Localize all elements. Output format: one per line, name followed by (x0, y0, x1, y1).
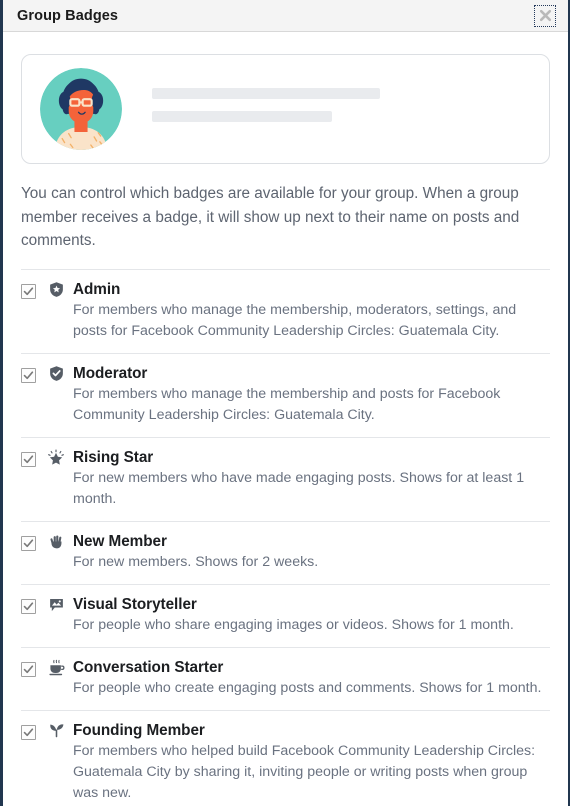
badge-title: New Member (73, 532, 167, 550)
badge-text-visual-storyteller: Visual Storyteller For people who share … (73, 595, 550, 636)
badge-row-conversation-starter[interactable]: Conversation Starter For people who crea… (21, 646, 550, 710)
sparkling-star-icon (47, 448, 65, 467)
badge-text-rising-star: Rising Star For new members who have mad… (73, 448, 550, 510)
badge-description: For new members. Shows for 2 weeks. (73, 553, 319, 570)
badge-text-founding-member: Founding Member For members who helped b… (73, 721, 550, 804)
dialog-titlebar: Group Badges (3, 0, 568, 32)
badge-row-new-member[interactable]: New Member For new members. Shows for 2 … (21, 520, 550, 584)
profile-placeholder-line-2 (152, 111, 332, 122)
badge-row-admin[interactable]: Admin For members who manage the members… (21, 268, 550, 353)
badge-checkbox-founding-member[interactable] (21, 724, 36, 740)
badge-checkbox-rising-star[interactable] (21, 451, 36, 467)
badge-row-rising-star[interactable]: Rising Star For new members who have mad… (21, 436, 550, 521)
badge-row-moderator[interactable]: Moderator For members who manage the mem… (21, 352, 550, 437)
badge-title: Visual Storyteller (73, 595, 197, 613)
coffee-cup-icon (47, 659, 65, 677)
badge-description: For members who manage the membership, m… (73, 301, 517, 339)
badge-checkbox-moderator[interactable] (21, 367, 36, 383)
badge-text-new-member: New Member For new members. Shows for 2 … (73, 532, 550, 573)
badge-checkbox-new-member[interactable] (21, 535, 36, 551)
badge-title: Rising Star (73, 448, 154, 466)
badge-text-admin: Admin For members who manage the members… (73, 280, 550, 342)
badge-text-conversation-starter: Conversation Starter For people who crea… (73, 658, 550, 699)
group-badges-dialog: Group Badges You can control which badge… (0, 0, 570, 806)
badge-description: For people who create engaging posts and… (73, 679, 542, 696)
badge-title: Moderator (73, 364, 148, 382)
dialog-content: You can control which badges are availab… (3, 32, 568, 806)
badge-title: Admin (73, 280, 121, 298)
intro-description: You can control which badges are availab… (21, 185, 520, 249)
photo-speech-bubble-icon (47, 596, 65, 614)
close-icon[interactable] (534, 4, 556, 27)
badge-title: Conversation Starter (73, 658, 224, 676)
badge-description: For members who helped build Facebook Co… (73, 742, 536, 801)
badge-description: For new members who have made engaging p… (73, 469, 525, 507)
badge-list: Admin For members who manage the members… (21, 268, 550, 806)
badge-row-founding-member[interactable]: Founding Member For members who helped b… (21, 709, 550, 806)
badge-checkbox-conversation-starter[interactable] (21, 661, 36, 677)
profile-placeholder-line-1 (152, 88, 380, 99)
dialog-title: Group Badges (17, 7, 119, 24)
group-profile-card (21, 54, 550, 164)
waving-hand-icon (47, 533, 65, 551)
badge-row-visual-storyteller[interactable]: Visual Storyteller For people who share … (21, 583, 550, 647)
shield-check-icon (47, 365, 65, 383)
badge-description: For people who share engaging images or … (73, 616, 514, 633)
badge-checkbox-visual-storyteller[interactable] (21, 598, 36, 614)
seedling-sprout-icon (47, 722, 65, 740)
badge-checkbox-admin[interactable] (21, 283, 36, 299)
profile-placeholder-lines (152, 88, 531, 130)
badge-text-moderator: Moderator For members who manage the mem… (73, 364, 550, 426)
shield-star-icon (47, 281, 65, 299)
user-avatar-illustration (40, 68, 122, 150)
badge-description: For members who manage the membership an… (73, 385, 501, 423)
badge-title: Founding Member (73, 721, 205, 739)
